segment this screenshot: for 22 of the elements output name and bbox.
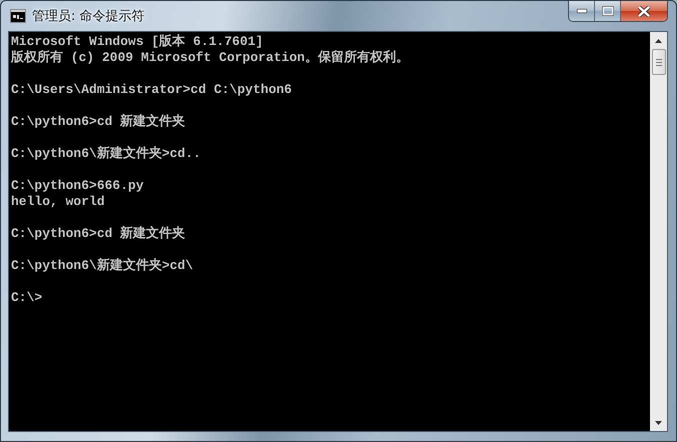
console-app-icon (10, 9, 26, 23)
minimize-icon (576, 9, 586, 13)
console-line: C:\python6>666.py (11, 178, 145, 194)
scroll-up-icon[interactable] (655, 38, 662, 42)
maximize-button[interactable] (595, 1, 621, 21)
scroll-down-icon[interactable] (655, 420, 662, 424)
console-line: C:\python6>cd 新建文件夹 (11, 226, 186, 242)
console-line: C:\> (11, 290, 44, 306)
console-line: Microsoft Windows [版本 6.1.7601] (11, 34, 264, 50)
grip-icon (656, 58, 662, 66)
scroll-thumb[interactable] (652, 49, 666, 75)
console-line: C:\Users\Administrator>cd C:\python6 (11, 82, 293, 98)
console-line: C:\python6\新建文件夹>cd\ (11, 258, 194, 274)
minimize-button[interactable] (569, 1, 595, 21)
maximize-icon (602, 6, 614, 16)
console-line: 版权所有 (c) 2009 Microsoft Corporation。保留所有权利。 (11, 50, 410, 66)
console-line: hello, world (11, 194, 106, 210)
close-icon (637, 6, 651, 16)
console-line: C:\python6>cd 新建文件夹 (11, 114, 186, 130)
window-title: 管理员: 命令提示符 (32, 8, 145, 25)
console-line: C:\python6\新建文件夹>cd.. (11, 146, 202, 162)
close-button[interactable] (621, 1, 667, 21)
